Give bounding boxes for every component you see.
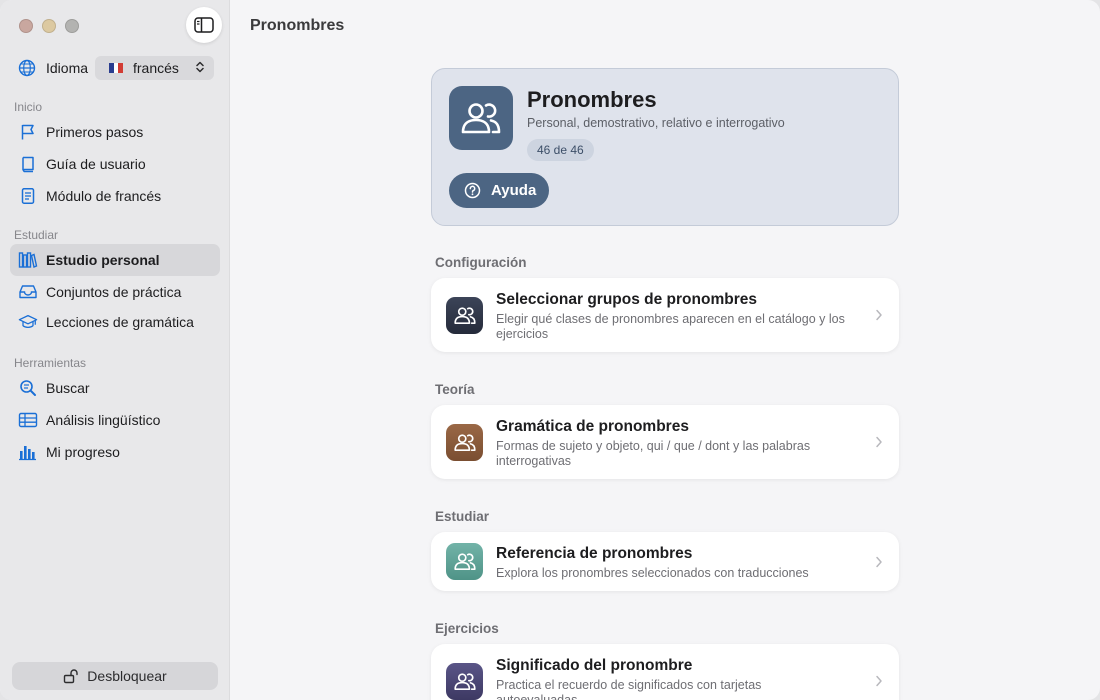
sidebar: Idioma francés Inicio Primeros pasos Guí… bbox=[0, 0, 230, 700]
france-flag-icon bbox=[109, 63, 124, 73]
sidebar-item-label: Buscar bbox=[46, 380, 90, 396]
chevron-right-icon bbox=[876, 556, 882, 568]
group-ejercicios: Ejercicios bbox=[435, 621, 499, 636]
sidebar-item-conjuntos-practica[interactable]: Conjuntos de práctica bbox=[10, 276, 220, 308]
window-controls bbox=[19, 19, 79, 33]
hero-title: Pronombres bbox=[527, 87, 657, 112]
hero-card: Pronombres Personal, demostrativo, relat… bbox=[431, 68, 899, 226]
close-window-button[interactable] bbox=[19, 19, 33, 33]
globe-icon bbox=[18, 59, 36, 77]
book-icon bbox=[18, 154, 38, 174]
tray-icon bbox=[18, 282, 38, 302]
card-description: Elegir qué clases de pronombres aparecen… bbox=[496, 312, 845, 341]
unlock-button[interactable]: Desbloquear bbox=[12, 662, 218, 690]
people-icon bbox=[446, 543, 483, 580]
chevron-up-down-icon bbox=[196, 61, 204, 76]
sidebar-item-estudio-personal[interactable]: Estudio personal bbox=[10, 244, 220, 276]
people-icon bbox=[449, 86, 513, 150]
card-description: Explora los pronombres seleccionados con… bbox=[496, 566, 809, 580]
document-icon bbox=[18, 186, 38, 206]
section-inicio: Inicio bbox=[14, 100, 43, 114]
card-description: Practica el recuerdo de significados con… bbox=[496, 678, 762, 700]
sidebar-item-label: Mi progreso bbox=[46, 444, 120, 460]
question-circle-icon bbox=[464, 182, 481, 199]
sidebar-item-analisis-linguistico[interactable]: Análisis lingüístico bbox=[10, 404, 220, 436]
sidebar-toggle-button[interactable] bbox=[186, 7, 222, 43]
card-description: Formas de sujeto y objeto, qui / que / d… bbox=[496, 439, 811, 468]
language-value: francés bbox=[133, 60, 179, 76]
sidebar-item-lecciones-gramatica[interactable]: Lecciones de gramática bbox=[10, 306, 220, 338]
card-title: Gramática de pronombres bbox=[496, 418, 689, 435]
search-icon bbox=[18, 378, 38, 398]
sidebar-item-label: Estudio personal bbox=[46, 252, 160, 268]
language-select[interactable]: francés bbox=[95, 56, 214, 80]
people-icon bbox=[446, 424, 483, 461]
zoom-window-button[interactable] bbox=[65, 19, 79, 33]
sidebar-item-label: Módulo de francés bbox=[46, 188, 162, 204]
books-icon bbox=[18, 250, 38, 270]
card-referencia-pronombres[interactable]: Referencia de pronombres Explora los pro… bbox=[431, 532, 899, 591]
people-icon bbox=[446, 297, 483, 334]
chevron-right-icon bbox=[876, 309, 882, 321]
sidebar-item-mi-progreso[interactable]: Mi progreso bbox=[10, 436, 220, 468]
graduation-cap-icon bbox=[18, 312, 38, 332]
card-gramatica-pronombres[interactable]: Gramática de pronombres Formas de sujeto… bbox=[431, 405, 899, 479]
language-row: Idioma francés bbox=[18, 56, 214, 80]
group-estudiar: Estudiar bbox=[435, 509, 490, 524]
sidebar-item-label: Guía de usuario bbox=[46, 156, 146, 172]
card-title: Seleccionar grupos de pronombres bbox=[496, 291, 757, 308]
table-icon bbox=[18, 410, 38, 430]
sidebar-item-buscar[interactable]: Buscar bbox=[10, 372, 220, 404]
sidebar-item-primeros-pasos[interactable]: Primeros pasos bbox=[10, 116, 220, 148]
chevron-right-icon bbox=[876, 675, 882, 687]
hero-subtitle: Personal, demostrativo, relativo e inter… bbox=[527, 116, 785, 130]
card-title: Referencia de pronombres bbox=[496, 545, 693, 562]
app-window: Idioma francés Inicio Primeros pasos Guí… bbox=[0, 0, 1100, 700]
sidebar-item-modulo-frances[interactable]: Módulo de francés bbox=[10, 180, 220, 212]
group-teoria: Teoría bbox=[435, 382, 475, 397]
sidebar-item-label: Conjuntos de práctica bbox=[46, 284, 182, 300]
sidebar-toggle-icon bbox=[194, 17, 214, 33]
main-content: Pronombres Pronombres Personal, demostra… bbox=[231, 0, 1100, 700]
sidebar-item-label: Análisis lingüístico bbox=[46, 412, 161, 428]
section-herramientas: Herramientas bbox=[14, 356, 87, 370]
card-seleccionar-grupos[interactable]: Seleccionar grupos de pronombres Elegir … bbox=[431, 278, 899, 352]
sidebar-item-label: Lecciones de gramática bbox=[46, 314, 194, 330]
unlock-label: Desbloquear bbox=[87, 668, 167, 684]
people-icon bbox=[446, 663, 483, 700]
flag-icon bbox=[18, 122, 38, 142]
language-label: Idioma bbox=[46, 60, 89, 76]
minimize-window-button[interactable] bbox=[42, 19, 56, 33]
sidebar-item-label: Primeros pasos bbox=[46, 124, 144, 140]
lock-open-icon bbox=[63, 668, 79, 684]
sidebar-item-guia-usuario[interactable]: Guía de usuario bbox=[10, 148, 220, 180]
section-estudiar: Estudiar bbox=[14, 228, 59, 242]
group-configuracion: Configuración bbox=[435, 255, 527, 270]
card-significado-pronombre[interactable]: Significado del pronombre Practica el re… bbox=[431, 644, 899, 700]
count-badge: 46 de 46 bbox=[527, 139, 594, 161]
help-label: Ayuda bbox=[491, 182, 537, 199]
page-title: Pronombres bbox=[250, 17, 345, 34]
help-button[interactable]: Ayuda bbox=[449, 173, 549, 208]
card-title: Significado del pronombre bbox=[496, 657, 693, 674]
chevron-right-icon bbox=[876, 436, 882, 448]
bar-chart-icon bbox=[18, 442, 38, 462]
